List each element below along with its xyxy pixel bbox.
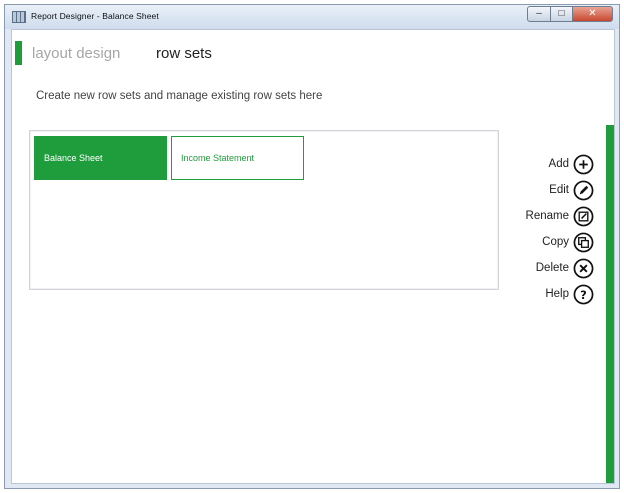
window-controls: – □ ✕ <box>527 6 613 22</box>
rename-button[interactable]: Rename <box>526 203 594 229</box>
row-set-tile-income-statement[interactable]: Income Statement <box>171 136 304 180</box>
right-accent-bar <box>606 125 614 483</box>
copy-button[interactable]: Copy <box>526 229 594 255</box>
actions-panel: Add Edit Rename Copy Delete Help ? <box>526 151 594 307</box>
question-circle-icon: ? <box>573 284 594 304</box>
pencil-circle-icon <box>573 180 594 200</box>
add-button[interactable]: Add <box>526 151 594 177</box>
tab-row-sets[interactable]: row sets <box>156 45 212 62</box>
rename-label: Rename <box>525 210 569 222</box>
app-window: Report Designer - Balance Sheet – □ ✕ la… <box>4 4 620 489</box>
plus-circle-icon <box>573 154 594 174</box>
minimize-button[interactable]: – <box>527 6 551 22</box>
svg-text:?: ? <box>580 287 587 301</box>
app-icon <box>12 11 26 23</box>
title-bar[interactable]: Report Designer - Balance Sheet – □ ✕ <box>5 5 619 29</box>
help-button[interactable]: Help ? <box>526 281 594 307</box>
delete-label: Delete <box>535 262 569 274</box>
add-label: Add <box>548 158 569 170</box>
edit-label: Edit <box>549 184 569 196</box>
copy-circle-icon <box>573 232 594 252</box>
window-title: Report Designer - Balance Sheet <box>31 11 159 21</box>
row-set-tile-balance-sheet[interactable]: Balance Sheet <box>34 136 167 180</box>
help-label: Help <box>545 288 569 300</box>
main-content: layout design row sets Create new row se… <box>11 29 615 484</box>
page-subtitle: Create new row sets and manage existing … <box>36 90 323 102</box>
tab-layout-design[interactable]: layout design <box>32 45 120 62</box>
edit-button[interactable]: Edit <box>526 177 594 203</box>
rename-circle-icon <box>573 206 594 226</box>
x-circle-icon <box>573 258 594 278</box>
maximize-button[interactable]: □ <box>551 6 573 22</box>
copy-label: Copy <box>542 236 569 248</box>
delete-button[interactable]: Delete <box>526 255 594 281</box>
header-accent-bar <box>15 41 22 65</box>
close-button[interactable]: ✕ <box>573 6 613 22</box>
row-sets-panel: Balance Sheet Income Statement <box>29 130 499 290</box>
